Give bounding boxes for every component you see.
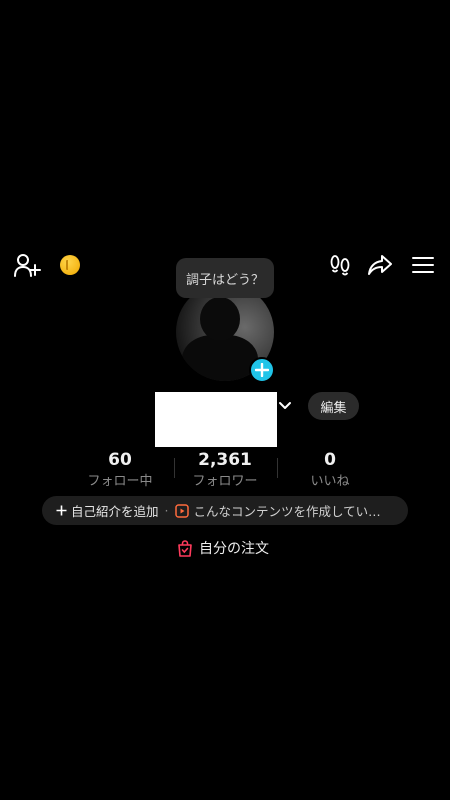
edit-label: 編集 bbox=[320, 400, 347, 416]
followers-label[interactable]: フォロワー bbox=[180, 470, 270, 489]
visitors-button[interactable] bbox=[327, 252, 353, 278]
shopping-bag-icon bbox=[178, 539, 192, 557]
username-redacted bbox=[155, 392, 277, 447]
plus-icon bbox=[56, 505, 67, 516]
add-story-button[interactable] bbox=[249, 357, 275, 383]
my-orders-label: 自分の注文 bbox=[199, 541, 269, 557]
share-arrow-icon bbox=[368, 255, 392, 275]
status-bubble-text: 調子はどう？ bbox=[185, 272, 264, 288]
bio-separator: · bbox=[164, 503, 169, 518]
chevron-down-icon bbox=[279, 402, 291, 409]
likes-label: いいね bbox=[310, 474, 350, 489]
coin-button[interactable] bbox=[58, 253, 82, 277]
likes-count: 0 bbox=[324, 450, 336, 470]
content-suggestion-button[interactable]: こんなコンテンツを作成してい… bbox=[174, 501, 381, 520]
content-hint-text: こんなコンテンツを作成してい… bbox=[193, 504, 381, 519]
account-switch-button[interactable] bbox=[277, 398, 293, 414]
plus-icon bbox=[255, 363, 269, 377]
share-profile-button[interactable] bbox=[366, 251, 394, 279]
coin-icon bbox=[60, 255, 80, 275]
followers-count[interactable]: 2,361 bbox=[180, 450, 270, 470]
add-bio-button[interactable]: 自己紹介を追加 bbox=[56, 501, 159, 520]
menu-button[interactable] bbox=[410, 253, 436, 277]
stat-divider bbox=[277, 458, 278, 478]
footprints-icon bbox=[330, 255, 350, 276]
following-label[interactable]: フォロー中 bbox=[80, 470, 160, 489]
add-friend-button[interactable] bbox=[12, 251, 42, 279]
add-bio-label: 自己紹介を追加 bbox=[71, 504, 159, 519]
bio-bar: 自己紹介を追加 · こんなコンテンツを作成してい… bbox=[42, 496, 408, 525]
play-square-icon bbox=[174, 503, 189, 518]
edit-profile-button[interactable]: 編集 bbox=[308, 392, 359, 420]
hamburger-menu-icon bbox=[412, 257, 434, 273]
stat-divider bbox=[174, 458, 175, 478]
my-orders-link[interactable]: 自分の注文 bbox=[177, 538, 269, 558]
person-plus-icon bbox=[14, 254, 41, 277]
status-bubble[interactable]: 調子はどう？ bbox=[176, 258, 274, 298]
following-count[interactable]: 60 bbox=[80, 450, 160, 470]
